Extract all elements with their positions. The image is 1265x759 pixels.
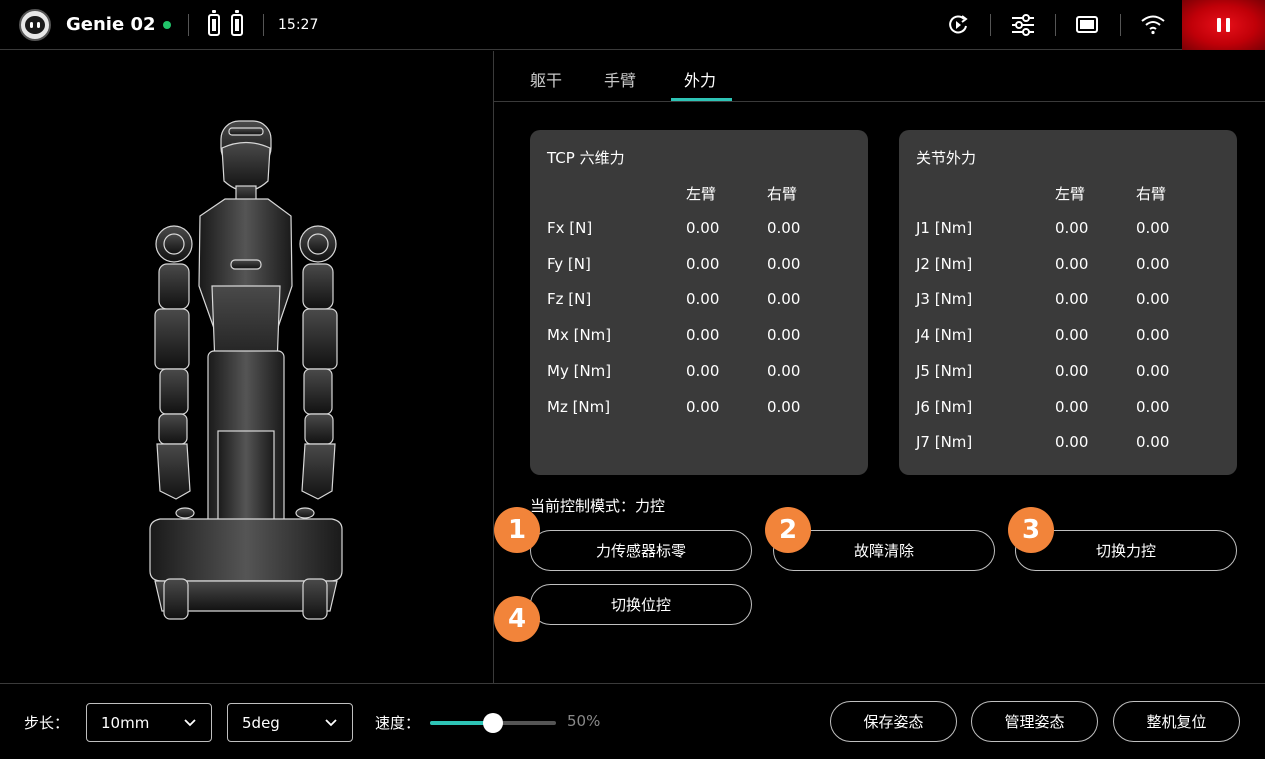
value-left: 0.00 — [1055, 290, 1089, 308]
bottom-control-bar: 步长： 10mm 5deg 速度： 50% 保存姿态 管理姿态 整机复位 — [0, 683, 1265, 759]
angular-step-select[interactable]: 5deg — [227, 703, 353, 742]
linear-step-value: 10mm — [101, 714, 150, 732]
joint-external-force-card: 关节外力 左臂 右臂 J1 [Nm] 0.00 0.00 J2 [Nm] 0.0… — [899, 130, 1237, 475]
row-label: Mx [Nm] — [547, 326, 612, 344]
playback-icon[interactable] — [945, 12, 971, 38]
row-label: J2 [Nm] — [916, 255, 973, 273]
divider — [1120, 14, 1121, 36]
robot-logo-icon — [19, 9, 51, 41]
manage-pose-button[interactable]: 管理姿态 — [971, 701, 1098, 742]
row-label: J4 [Nm] — [916, 326, 973, 344]
divider — [188, 14, 189, 36]
robot-illustration — [149, 120, 343, 620]
reset-robot-button[interactable]: 整机复位 — [1113, 701, 1240, 742]
speed-value: 50% — [567, 712, 601, 730]
pane-divider — [493, 51, 494, 683]
chevron-down-icon — [325, 719, 337, 727]
value-right: 0.00 — [767, 255, 801, 273]
value-left: 0.00 — [686, 326, 720, 344]
connection-status-dot — [163, 21, 171, 29]
clock: 15:27 — [278, 17, 319, 33]
row-label: J5 [Nm] — [916, 362, 973, 380]
value-left: 0.00 — [1055, 362, 1089, 380]
tcp-force-card: TCP 六维力 左臂 右臂 Fx [N] 0.00 0.00 Fy [N] 0.… — [530, 130, 868, 475]
value-left: 0.00 — [686, 290, 720, 308]
divider — [1055, 14, 1056, 36]
value-right: 0.00 — [1136, 398, 1170, 416]
row-label: Fz [N] — [547, 290, 592, 308]
row-label: J7 [Nm] — [916, 433, 973, 451]
value-left: 0.00 — [686, 362, 720, 380]
wifi-icon[interactable] — [1140, 12, 1166, 38]
value-right: 0.00 — [1136, 255, 1170, 273]
tab-arm[interactable]: 手臂 — [604, 67, 636, 91]
value-right: 0.00 — [1136, 362, 1170, 380]
row-label: My [Nm] — [547, 362, 612, 380]
tab-torso[interactable]: 躯干 — [530, 67, 562, 91]
divider — [990, 14, 991, 36]
step-badge-2: 2 — [765, 507, 811, 553]
save-pose-button[interactable]: 保存姿态 — [830, 701, 957, 742]
tab-bar: 躯干 手臂 外力 — [494, 51, 1265, 102]
switch-position-control-button[interactable]: 切换位控 — [530, 584, 752, 625]
column-header-right-arm: 右臂 — [767, 185, 798, 203]
chevron-down-icon — [184, 719, 196, 727]
row-label: J3 [Nm] — [916, 290, 973, 308]
screen-icon[interactable] — [1074, 12, 1100, 38]
linear-step-select[interactable]: 10mm — [86, 703, 212, 742]
value-right: 0.00 — [1136, 326, 1170, 344]
value-right: 0.00 — [1136, 433, 1170, 451]
divider — [263, 14, 264, 36]
robot-model-view[interactable] — [0, 51, 493, 683]
column-header-left-arm: 左臂 — [1055, 185, 1086, 203]
value-right: 0.00 — [767, 398, 801, 416]
value-right: 0.00 — [767, 290, 801, 308]
value-left: 0.00 — [686, 219, 720, 237]
step-badge-3: 3 — [1008, 507, 1054, 553]
column-header-right-arm: 右臂 — [1136, 185, 1167, 203]
tab-external-force[interactable]: 外力 — [684, 67, 716, 91]
card-title: TCP 六维力 — [547, 149, 625, 167]
value-right: 0.00 — [1136, 219, 1170, 237]
speed-label: 速度： — [375, 714, 421, 732]
sensor-zero-button[interactable]: 力传感器标零 — [530, 530, 752, 571]
step-badge-1: 1 — [494, 507, 540, 553]
angular-step-value: 5deg — [242, 714, 280, 732]
active-tab-indicator — [671, 98, 732, 101]
value-left: 0.00 — [1055, 219, 1089, 237]
value-right: 0.00 — [767, 326, 801, 344]
step-badge-4: 4 — [494, 596, 540, 642]
robot-name: Genie 02 — [66, 14, 156, 35]
row-label: Fx [N] — [547, 219, 593, 237]
column-header-left-arm: 左臂 — [686, 185, 717, 203]
value-left: 0.00 — [1055, 398, 1089, 416]
settings-sliders-icon[interactable] — [1010, 12, 1036, 38]
row-label: Fy [N] — [547, 255, 591, 273]
value-left: 0.00 — [1055, 326, 1089, 344]
value-left: 0.00 — [686, 398, 720, 416]
value-right: 0.00 — [767, 362, 801, 380]
card-title: 关节外力 — [916, 149, 977, 167]
value-right: 0.00 — [767, 219, 801, 237]
step-size-label: 步长： — [24, 714, 70, 732]
row-label: Mz [Nm] — [547, 398, 611, 416]
value-left: 0.00 — [1055, 433, 1089, 451]
battery-icon-1 — [208, 10, 220, 36]
row-label: J1 [Nm] — [916, 219, 973, 237]
battery-icon-2 — [231, 10, 243, 36]
top-bar: Genie 02 15:27 — [0, 0, 1265, 50]
emergency-pause-button[interactable] — [1182, 0, 1265, 50]
value-left: 0.00 — [1055, 255, 1089, 273]
control-mode-status: 当前控制模式：力控 — [530, 497, 666, 515]
value-left: 0.00 — [686, 255, 720, 273]
speed-slider-thumb[interactable] — [483, 713, 503, 733]
value-right: 0.00 — [1136, 290, 1170, 308]
row-label: J6 [Nm] — [916, 398, 973, 416]
